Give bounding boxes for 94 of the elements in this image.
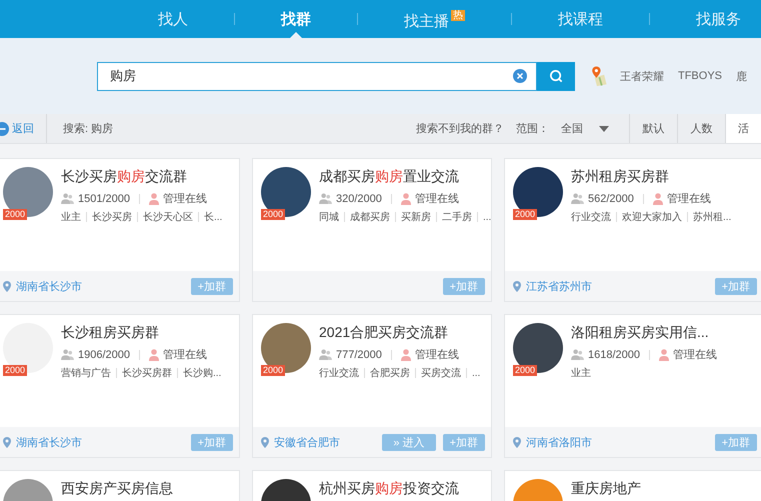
person-icon [149,192,159,204]
people-icon [319,193,332,204]
group-card[interactable]: 2000 2021合肥买房交流群 777/2000 管理在线 行业交流 合肥买房 买房交流 ... 安徽省合肥市 » 进入 +加群 [252,314,492,458]
group-tag: 业主 [61,210,81,224]
group-tag: 苏州租... [693,210,732,224]
group-title[interactable]: 洛阳租房买房实用信... [571,324,717,342]
clear-icon[interactable] [513,68,527,82]
group-card[interactable]: 重庆房地产 [504,470,761,501]
member-count: 562/2000 [588,192,634,204]
search-icon [548,68,564,84]
people-icon [61,349,74,360]
group-card[interactable]: 2000 长沙买房购房交流群 1501/2000 管理在线 业主 长沙买房 长沙天心区 长... 湖南省长沙市 +加群 [0,158,240,302]
group-card[interactable]: 杭州买房购房投资交流 [252,470,492,501]
search-field[interactable]: 购房 [97,62,537,90]
person-icon [659,348,669,360]
group-tag: 买新房 [401,210,431,224]
group-tag: 成都买房 [350,210,390,224]
group-title[interactable]: 2021合肥买房交流群 [319,324,480,342]
admin-status: 管理在线 [666,192,711,206]
group-tag: 长沙天心区 [143,210,193,224]
person-icon [149,348,159,360]
group-tag: ... [483,212,492,222]
group-title[interactable]: 重庆房地产 [571,480,641,498]
level-badge: 2000 [3,209,28,220]
location-pin-icon [513,436,521,448]
avatar-photo-placeholder [261,167,311,217]
group-tag: 长... [204,210,222,224]
group-tag: ... [472,368,480,378]
group-tag: 营销与广告 [61,366,111,380]
group-card[interactable]: 2000 长沙租房买房群 1906/2000 管理在线 营销与广告 长沙买房群 长沙购... 湖南省长沙市 +加群 [0,314,240,458]
group-tag: 二手房 [442,210,472,224]
level-badge: 2000 [3,365,28,376]
location-pin-icon [513,280,521,292]
back-button[interactable]: 返回 [0,114,47,143]
search-button[interactable] [537,62,576,90]
level-badge: 2000 [513,209,538,220]
group-tag: 合肥买房 [370,366,410,380]
avatar-photo-placeholder [513,167,563,217]
hot-badge: 热 [451,10,465,20]
group-tag: 业主 [571,366,591,380]
member-count: 1501/2000 [78,192,130,204]
admin-status: 管理在线 [163,192,207,206]
search-query-text: 搜索: 购房 [63,122,114,136]
member-count: 1618/2000 [588,348,640,360]
people-icon [571,193,584,204]
group-tag: 买房交流 [421,366,461,380]
range-dropdown[interactable]: 全国 [555,120,615,137]
admin-status: 管理在线 [163,348,207,362]
hot-keyword-link[interactable]: TFBOYS [678,70,722,82]
group-title[interactable]: 长沙买房购房交流群 [61,168,222,186]
admin-status: 管理在线 [414,348,459,362]
people-icon [571,349,584,360]
group-title[interactable]: 杭州买房购房投资交流 [319,480,459,498]
group-tag: 长沙买房群 [122,366,172,380]
group-tag: 欢迎大家加入 [622,210,682,224]
group-title[interactable]: 成都买房购房置业交流 [319,168,485,186]
avatar-photo-placeholder [261,323,311,373]
group-card[interactable]: 西安房产买房信息 [0,470,240,501]
sort-tab[interactable]: 活 [725,114,761,143]
help-link[interactable]: 搜索不到我的群？ [416,121,504,136]
group-tag: 长沙买房 [92,210,132,224]
location-pin-icon [3,280,11,292]
group-title[interactable]: 苏州租房买房群 [571,168,732,186]
level-badge: 2000 [261,209,286,220]
group-title[interactable]: 长沙租房买房群 [61,324,222,342]
avatar-photo-placeholder [3,167,53,217]
range-label: 范围： [516,122,549,136]
member-count: 1906/2000 [78,348,130,360]
group-tag: 行业交流 [571,210,611,224]
caret-icon [599,126,609,132]
member-count: 320/2000 [336,192,382,204]
location-pin-icon [3,436,11,448]
group-card[interactable]: 2000 成都买房购房置业交流 320/2000 管理在线 同城 成都买房 买新房 二手房 ... +加群 [252,158,492,302]
person-icon [652,192,663,204]
hot-keyword-link[interactable]: 王者荣耀 [620,68,664,84]
group-title[interactable]: 西安房产买房信息 [61,480,173,498]
group-tag: 行业交流 [319,366,359,380]
people-icon [319,349,332,360]
person-icon [400,348,411,360]
member-count: 777/2000 [336,348,382,360]
person-icon [400,192,411,204]
group-card[interactable]: 2000 洛阳租房买房实用信... 1618/2000 管理在线 业主 河南省洛阳市 +加群 [504,314,761,458]
location-pin-icon [261,436,269,448]
group-card[interactable]: 2000 苏州租房买房群 562/2000 管理在线 行业交流 欢迎大家加入 苏州租... 江苏省苏州市 +加群 [504,158,761,302]
avatar-photo-placeholder [3,323,53,373]
people-icon [61,193,74,204]
level-badge: 2000 [261,365,286,376]
group-tag: 同城 [319,210,339,224]
group-tag: 长沙购... [183,366,222,380]
avatar-photo-placeholder [513,323,563,373]
level-badge: 2000 [513,365,538,376]
hot-keyword-link[interactable]: 鹿 [736,68,747,84]
admin-status: 管理在线 [673,348,717,362]
admin-status: 管理在线 [414,192,459,206]
